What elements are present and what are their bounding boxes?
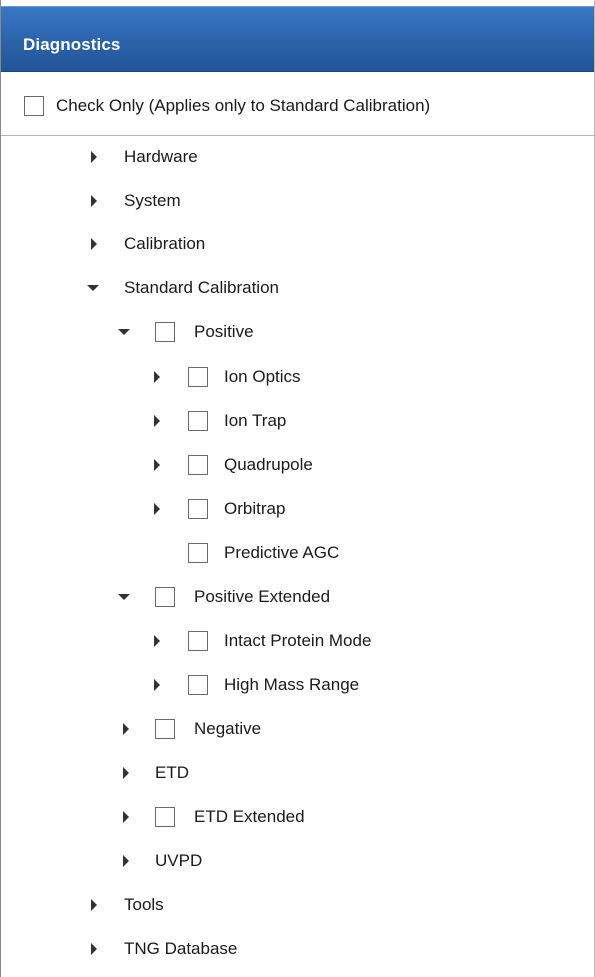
tree-item-high-mass-range[interactable]: High Mass Range [1, 664, 594, 704]
expand-arrow-icon[interactable] [123, 767, 129, 779]
tree-item-label: Ion Trap [224, 411, 287, 430]
expand-arrow-icon[interactable] [154, 679, 160, 691]
expand-arrow-icon[interactable] [154, 371, 160, 383]
tree-item-label: ETD Extended [194, 807, 305, 826]
tree-item-etd-extended[interactable]: ETD Extended [1, 796, 594, 836]
check-only-checkbox[interactable] [24, 96, 44, 116]
tree-item-label: Orbitrap [224, 499, 286, 518]
tree-item-label: Positive Extended [194, 587, 331, 606]
tree-item-orbitrap[interactable]: Orbitrap [1, 488, 594, 528]
expand-arrow-icon[interactable] [154, 459, 160, 471]
tree-item-predictive-agc[interactable]: Predictive AGC [1, 532, 594, 572]
tree-item-ion-trap[interactable]: Ion Trap [1, 400, 594, 440]
etd-extended-checkbox[interactable] [155, 807, 175, 827]
quadrupole-checkbox[interactable] [188, 455, 208, 475]
expand-arrow-icon[interactable] [123, 855, 129, 867]
tree-item-ion-optics[interactable]: Ion Optics [1, 356, 594, 396]
tree-item-positive[interactable]: Positive [1, 311, 594, 351]
panel-title: Diagnostics [23, 35, 121, 54]
expand-arrow-icon[interactable] [91, 899, 97, 911]
tree-item-label: Standard Calibration [124, 278, 279, 297]
tree-item-label: Calibration [124, 234, 206, 253]
tree-item-label: Intact Protein Mode [224, 631, 372, 650]
tree-item-label: Quadrupole [224, 455, 313, 474]
tree-item-label: Positive [194, 322, 254, 341]
expand-arrow-icon[interactable] [91, 151, 97, 163]
tree-item-label: Ion Optics [224, 367, 301, 386]
expand-arrow-icon[interactable] [123, 723, 129, 735]
check-only-row[interactable]: Check Only (Applies only to Standard Cal… [1, 72, 594, 136]
collapse-arrow-icon[interactable] [118, 594, 130, 600]
tree-item-system[interactable]: System [1, 180, 594, 220]
expand-arrow-icon[interactable] [91, 195, 97, 207]
tree-item-label: ETD [155, 763, 189, 782]
ion-optics-checkbox[interactable] [188, 367, 208, 387]
check-only-label: Check Only (Applies only to Standard Cal… [56, 96, 431, 115]
ion-trap-checkbox[interactable] [188, 411, 208, 431]
negative-checkbox[interactable] [155, 719, 175, 739]
tree-item-label: Predictive AGC [224, 543, 340, 562]
tree-item-label: Tools [124, 895, 164, 914]
tree-item-negative[interactable]: Negative [1, 708, 594, 748]
panel-header: Diagnostics [1, 6, 594, 72]
expand-arrow-icon[interactable] [91, 943, 97, 955]
tree-item-calibration[interactable]: Calibration [1, 223, 594, 263]
tree-item-intact-protein-mode[interactable]: Intact Protein Mode [1, 620, 594, 660]
positive-extended-checkbox[interactable] [155, 587, 175, 607]
expand-arrow-icon[interactable] [91, 238, 97, 250]
diagnostics-panel: Diagnostics Check Only (Applies only to … [0, 0, 595, 977]
orbitrap-checkbox[interactable] [188, 499, 208, 519]
intact-protein-mode-checkbox[interactable] [188, 631, 208, 651]
high-mass-range-checkbox[interactable] [188, 675, 208, 695]
tree-item-quadrupole[interactable]: Quadrupole [1, 444, 594, 484]
tree-item-tng-database[interactable]: TNG Database [1, 928, 594, 968]
tree-item-label: TNG Database [124, 939, 238, 958]
expand-arrow-icon[interactable] [154, 635, 160, 647]
tree-item-hardware[interactable]: Hardware [1, 136, 594, 176]
collapse-arrow-icon[interactable] [87, 285, 99, 291]
tree-item-label: High Mass Range [224, 675, 360, 694]
tree-item-etd[interactable]: ETD [1, 752, 594, 792]
tree-item-label: Negative [194, 719, 262, 738]
tree-item-uvpd[interactable]: UVPD [1, 840, 594, 880]
tree-item-standard-calibration[interactable]: Standard Calibration [1, 267, 594, 307]
expand-arrow-icon[interactable] [154, 415, 160, 427]
tree-item-label: System [124, 191, 181, 210]
tree-item-label: Hardware [124, 147, 198, 166]
tree-item-label: UVPD [155, 851, 203, 870]
predictive-agc-checkbox[interactable] [188, 543, 208, 563]
positive-checkbox[interactable] [155, 322, 175, 342]
tree-item-positive-extended[interactable]: Positive Extended [1, 576, 594, 616]
collapse-arrow-icon[interactable] [118, 329, 130, 335]
expand-arrow-icon[interactable] [154, 503, 160, 515]
expand-arrow-icon[interactable] [123, 811, 129, 823]
tree-item-tools[interactable]: Tools [1, 884, 594, 924]
